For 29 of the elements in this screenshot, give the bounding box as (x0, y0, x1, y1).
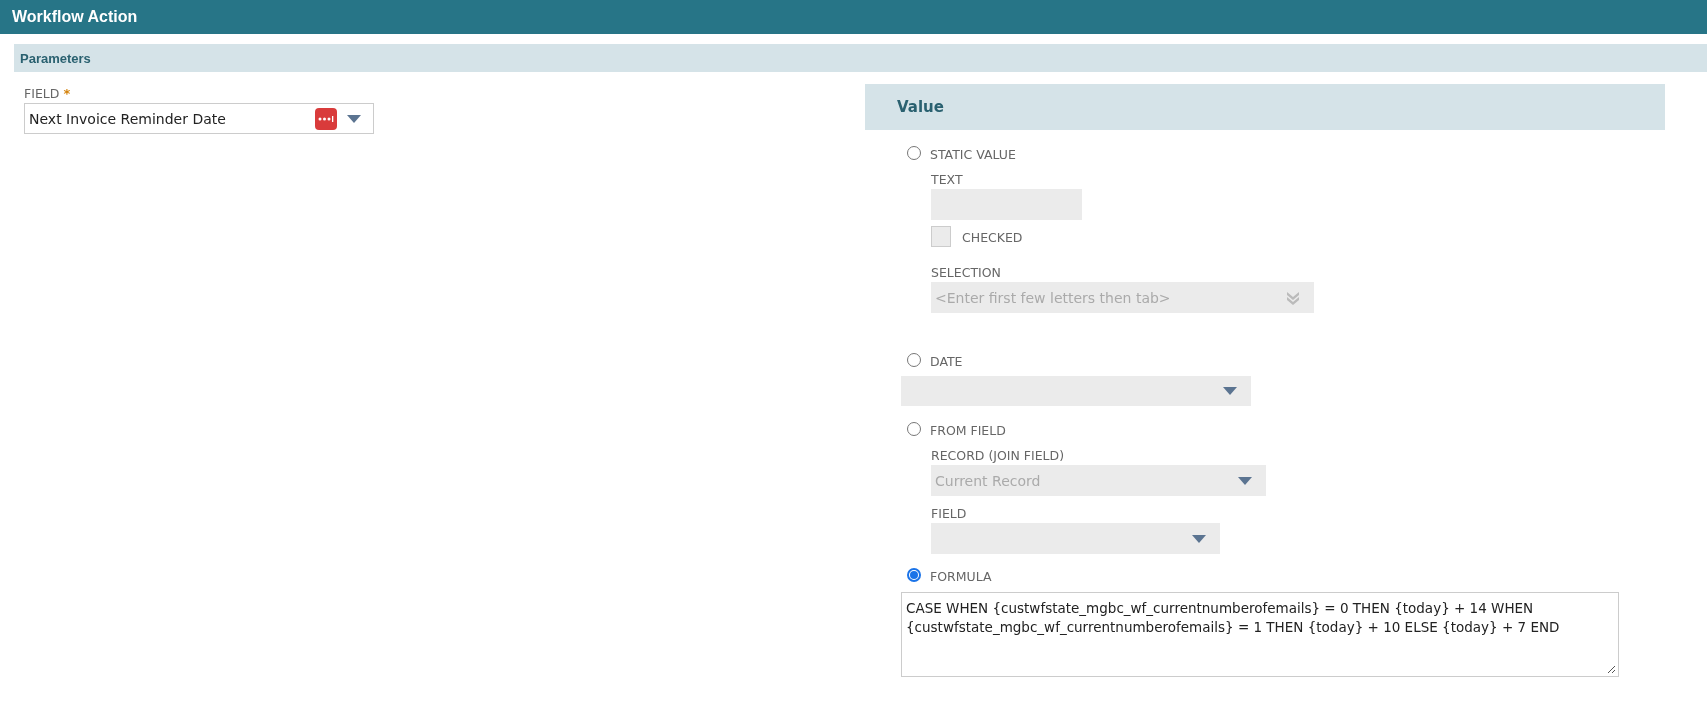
formula-field[interactable]: CASE WHEN {custwfstate_mgbc_wf_currentnumberofemails} = 0 THEN {today} + 14 WHEN {custwfstate_mgbc_wf_currentnumberofemails} = 1 THEN {today} + 10 ELSE {today} + 7 END (901, 592, 1619, 677)
section-title: Parameters (20, 50, 91, 66)
field-dropdown[interactable]: Next Invoice Reminder Date (24, 103, 374, 134)
dropdown-caret-icon (347, 114, 361, 123)
panel-title: Value (897, 98, 944, 116)
radio-button[interactable] (907, 353, 921, 367)
field-label: TEXT (931, 172, 964, 187)
field-dropdown[interactable] (931, 523, 1220, 554)
dropdown-caret-icon (1238, 476, 1252, 485)
field-label: RECORD (JOIN FIELD) (931, 448, 1066, 463)
field-label: FIELD (24, 86, 60, 101)
option-label: FORMULA (930, 569, 992, 584)
window-title: Workflow Action (12, 8, 138, 26)
option-label: DATE (930, 354, 963, 369)
option-label: STATIC VALUE (930, 147, 1016, 162)
dropdown-caret-icon (1223, 387, 1237, 395)
resize-handle-icon (1607, 665, 1616, 674)
radio-button[interactable] (907, 422, 921, 436)
required-mark: * (63, 86, 71, 101)
radio-button[interactable] (907, 146, 921, 160)
checkbox-label: CHECKED (962, 230, 1023, 245)
field-label: FIELD (931, 506, 968, 521)
checkbox[interactable] (931, 226, 951, 247)
radio-button[interactable] (907, 568, 921, 582)
more-options-icon[interactable] (315, 107, 337, 130)
option-label: FROM FIELD (930, 423, 1006, 438)
field-label: SELECTION (931, 265, 1002, 280)
double-chevron-icon (1286, 290, 1300, 305)
dropdown-caret-icon (1192, 534, 1206, 543)
